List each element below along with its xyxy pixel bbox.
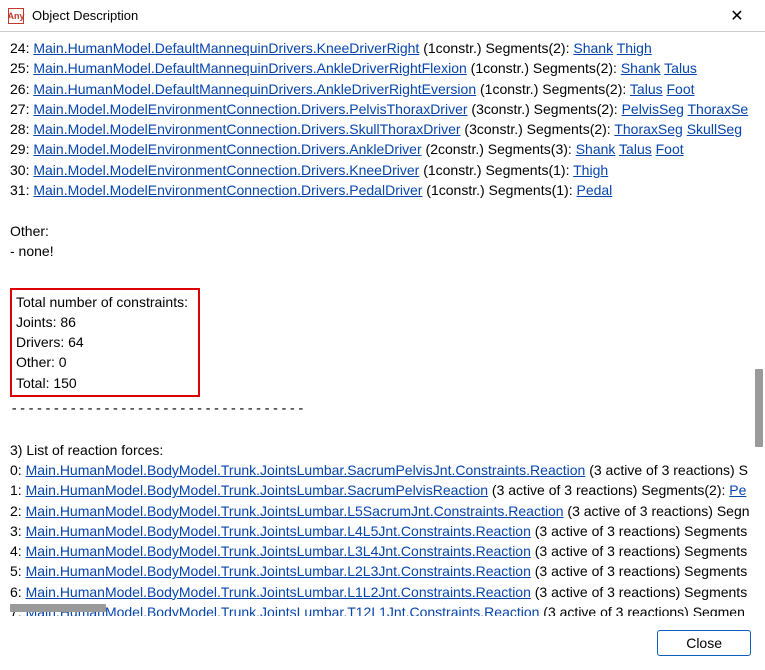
text-row: 0: Main.HumanModel.BodyModel.Trunk.Joint… — [10, 460, 755, 480]
driver-link[interactable]: Main.Model.ModelEnvironmentConnection.Dr… — [33, 182, 422, 198]
driver-link[interactable]: Main.HumanModel.DefaultMannequinDrivers.… — [33, 81, 476, 97]
text-row: Total: 150 — [16, 373, 188, 393]
reaction-link[interactable]: Main.HumanModel.BodyModel.Trunk.JointsLu… — [26, 563, 531, 579]
vertical-scrollbar-track[interactable] — [753, 40, 763, 608]
text-row: Drivers: 64 — [16, 332, 188, 352]
text-row: Total number of constraints: — [16, 292, 188, 312]
driver-link[interactable]: Main.Model.ModelEnvironmentConnection.Dr… — [33, 101, 467, 117]
segment-link[interactable]: PelvisSeg — [622, 101, 684, 117]
segment-link[interactable]: Thigh — [573, 162, 608, 178]
footer: Close — [0, 616, 765, 670]
segment-link[interactable]: Pe — [729, 482, 746, 498]
driver-link[interactable]: Main.Model.ModelEnvironmentConnection.Dr… — [33, 141, 421, 157]
text-row: 4: Main.HumanModel.BodyModel.Trunk.Joint… — [10, 541, 755, 561]
segment-link[interactable]: Foot — [667, 81, 695, 97]
segment-link[interactable]: SkullSeg — [687, 121, 742, 137]
vertical-scrollbar-thumb[interactable] — [755, 369, 763, 447]
reaction-link[interactable]: Main.HumanModel.BodyModel.Trunk.JointsLu… — [26, 482, 488, 498]
text-row: Joints: 86 — [16, 312, 188, 332]
reaction-link[interactable]: Main.HumanModel.BodyModel.Trunk.JointsLu… — [26, 584, 531, 600]
text-row: 31: Main.Model.ModelEnvironmentConnectio… — [10, 180, 755, 200]
text-row: ----------------------------------- — [10, 399, 755, 419]
text-row: - none! — [10, 241, 755, 261]
segment-link[interactable]: Foot — [656, 141, 684, 157]
text-row: 3) List of reaction forces: — [10, 440, 755, 460]
text-row: 25: Main.HumanModel.DefaultMannequinDriv… — [10, 58, 755, 78]
segment-link[interactable]: Pedal — [576, 182, 612, 198]
segment-link[interactable]: ThoraxSeg — [614, 121, 682, 137]
text-row: 2: Main.HumanModel.BodyModel.Trunk.Joint… — [10, 501, 755, 521]
driver-link[interactable]: Main.Model.ModelEnvironmentConnection.Dr… — [33, 121, 460, 137]
reaction-link[interactable]: Main.HumanModel.BodyModel.Trunk.JointsLu… — [26, 523, 531, 539]
text-row: 28: Main.Model.ModelEnvironmentConnectio… — [10, 119, 755, 139]
horizontal-scrollbar-track[interactable] — [10, 604, 745, 614]
text-row: Other: — [10, 221, 755, 241]
reaction-link[interactable]: Main.HumanModel.BodyModel.Trunk.JointsLu… — [26, 503, 564, 519]
close-icon[interactable]: ✕ — [717, 0, 757, 32]
driver-link[interactable]: Main.Model.ModelEnvironmentConnection.Dr… — [33, 162, 419, 178]
text-row: 6: Main.HumanModel.BodyModel.Trunk.Joint… — [10, 582, 755, 602]
horizontal-scrollbar-thumb[interactable] — [10, 604, 106, 612]
segment-link[interactable]: Talus — [664, 60, 697, 76]
totals-box: Total number of constraints:Joints: 86Dr… — [10, 288, 200, 397]
text-row: 27: Main.Model.ModelEnvironmentConnectio… — [10, 99, 755, 119]
driver-link[interactable]: Main.HumanModel.DefaultMannequinDrivers.… — [33, 60, 466, 76]
title-bar: Any Object Description ✕ — [0, 0, 765, 32]
text-row: 30: Main.Model.ModelEnvironmentConnectio… — [10, 160, 755, 180]
text-row: 1: Main.HumanModel.BodyModel.Trunk.Joint… — [10, 480, 755, 500]
text-row: 5: Main.HumanModel.BodyModel.Trunk.Joint… — [10, 561, 755, 581]
text-row: Other: 0 — [16, 352, 188, 372]
segment-link[interactable]: Shank — [621, 60, 661, 76]
content-area: 24: Main.HumanModel.DefaultMannequinDriv… — [0, 32, 765, 616]
segment-link[interactable]: ThoraxSe — [688, 101, 749, 117]
segment-link[interactable]: Talus — [630, 81, 663, 97]
segment-link[interactable]: Shank — [573, 40, 613, 56]
window-title: Object Description — [32, 8, 717, 23]
reaction-link[interactable]: Main.HumanModel.BodyModel.Trunk.JointsLu… — [26, 462, 586, 478]
segment-link[interactable]: Shank — [576, 141, 616, 157]
segment-link[interactable]: Thigh — [617, 40, 652, 56]
segment-link[interactable]: Talus — [619, 141, 652, 157]
text-row: 29: Main.Model.ModelEnvironmentConnectio… — [10, 139, 755, 159]
text-row: 3: Main.HumanModel.BodyModel.Trunk.Joint… — [10, 521, 755, 541]
reaction-link[interactable]: Main.HumanModel.BodyModel.Trunk.JointsLu… — [26, 543, 531, 559]
driver-link[interactable]: Main.HumanModel.DefaultMannequinDrivers.… — [33, 40, 419, 56]
text-row: 24: Main.HumanModel.DefaultMannequinDriv… — [10, 38, 755, 58]
app-icon: Any — [8, 8, 24, 24]
close-button[interactable]: Close — [657, 630, 751, 656]
text-row: 26: Main.HumanModel.DefaultMannequinDriv… — [10, 79, 755, 99]
